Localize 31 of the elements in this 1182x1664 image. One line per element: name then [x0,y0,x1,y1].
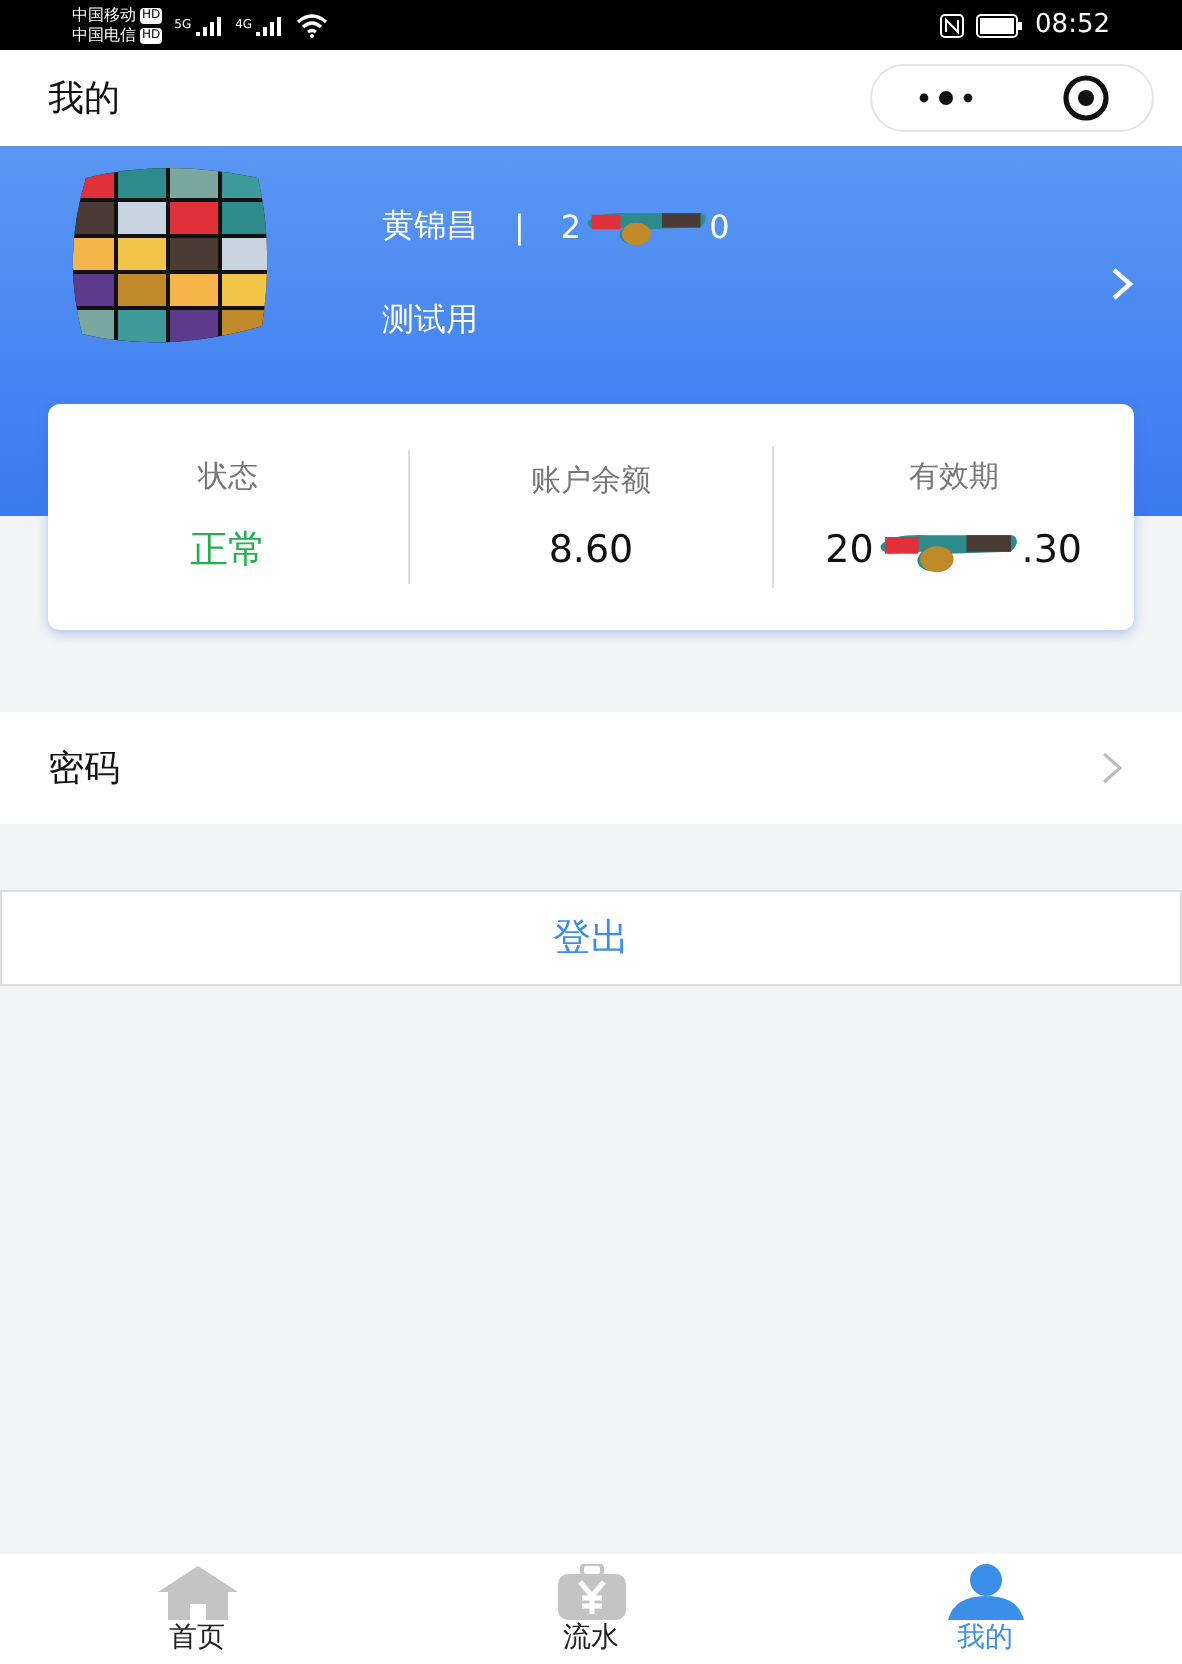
wallet-icon [555,1564,627,1620]
user-id: 2 [560,207,582,245]
signal-icon [195,15,224,35]
stat-value: 8.60 [548,528,634,572]
carrier-name: 中国电信 [72,25,136,45]
page-title: 我的 [48,76,120,122]
person-icon [945,1564,1025,1620]
chevron-icon[interactable] [1110,266,1134,302]
menu-label: 密码 [48,746,120,792]
stat-label: 状态 [198,458,259,496]
stat-value: .30 [1021,528,1083,572]
user-name: 黄锦昌 [382,205,478,247]
separator-text: | [514,207,525,245]
stat-label: 有效期 [908,458,999,496]
nfc-icon [939,13,964,37]
stat-value: 正常 [190,526,267,576]
user-role: 测试用 [382,300,480,342]
menu-row[interactable]: 密码 [0,712,1182,824]
stat-value: 20 [825,528,874,572]
home-icon [157,1564,237,1620]
chevron-icon [1102,752,1122,784]
clock-time: 08:52 [1035,10,1110,40]
battery-icon [975,13,1024,37]
tab-item[interactable]: 首页 [0,1554,394,1664]
user-id: 0 [709,207,730,245]
more-icon[interactable] [915,90,975,106]
carrier-name: 中国移动 [72,5,136,25]
stat-label: 账户余额 [530,462,651,500]
tab-item[interactable]: 流水 [394,1554,788,1664]
wifi-icon [296,13,329,37]
signal-icon [256,15,285,35]
